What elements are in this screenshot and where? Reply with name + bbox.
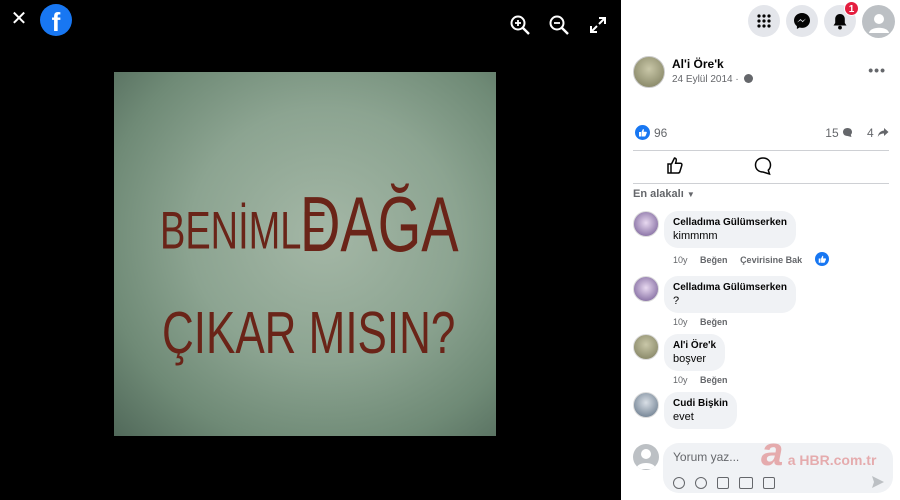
gif-icon[interactable] — [739, 477, 753, 489]
post-date-row: 24 Eylül 2014 · — [672, 74, 753, 85]
post-date[interactable]: 24 Eylül 2014 · — [672, 74, 739, 85]
zoom-in-icon[interactable] — [509, 14, 531, 36]
commenter-name[interactable]: Cudi Bişkin — [673, 397, 728, 410]
messenger-icon[interactable] — [786, 5, 818, 37]
photo-viewer: ✕ f BENİMLE DAĞA ÇIKAR MISIN? — [0, 0, 621, 500]
commenter-name[interactable]: Celladıma Gülümserken — [673, 281, 787, 294]
comment-bubble: Celladıma Gülümserken kimmmm — [664, 211, 796, 248]
like-reaction-icon — [635, 125, 650, 140]
comment-age[interactable]: 10y — [673, 375, 688, 385]
photo-text-cikar-misin: ÇIKAR MISIN? — [162, 301, 455, 367]
avatar-sticker-icon[interactable] — [673, 477, 685, 489]
commenter-avatar[interactable] — [633, 334, 659, 360]
comment-composer: Yorum yaz... — [633, 443, 893, 493]
more-options-icon[interactable]: ••• — [868, 62, 886, 78]
comment-meta: 10y Beğen — [673, 375, 738, 385]
profile-avatar[interactable] — [862, 5, 895, 38]
comment-like-button[interactable]: Beğen — [700, 255, 728, 265]
camera-icon[interactable] — [717, 477, 729, 489]
my-avatar[interactable] — [633, 444, 659, 470]
comment-button-icon[interactable] — [752, 155, 774, 177]
fullscreen-icon[interactable] — [587, 14, 609, 36]
notifications-bell-icon[interactable]: 1 — [824, 1, 859, 37]
comment-input[interactable]: Yorum yaz... — [663, 443, 893, 493]
send-icon[interactable] — [871, 475, 885, 489]
comment-text: kimmmm — [673, 230, 718, 242]
comment-age[interactable]: 10y — [673, 317, 688, 327]
chevron-down-icon: ▼ — [686, 190, 695, 199]
comment-text: boşver — [673, 353, 707, 365]
comment-text: ? — [673, 295, 680, 307]
comment-bubble: Cudi Bişkin evet — [664, 392, 738, 429]
facebook-logo[interactable]: f — [40, 4, 72, 36]
commenter-avatar[interactable] — [633, 276, 659, 302]
comment-bubble: Al'i Öre'k boşver — [664, 334, 726, 371]
comment-bubble-icon — [843, 128, 852, 137]
commenter-name[interactable]: Celladıma Gülümserken — [673, 216, 787, 229]
comment-count[interactable]: 15 — [825, 126, 853, 140]
menu-grid-icon[interactable] — [748, 5, 780, 37]
commenter-avatar[interactable] — [633, 211, 659, 237]
share-arrow-icon — [877, 128, 889, 137]
share-count-value: 4 — [866, 126, 874, 140]
share-count[interactable]: 4 — [867, 126, 889, 140]
sticker-icon[interactable] — [763, 477, 775, 489]
top-bar: 1 — [621, 0, 900, 44]
emoji-icon[interactable] — [695, 477, 707, 489]
commenter-name[interactable]: Al'i Öre'k — [673, 339, 716, 352]
close-icon[interactable]: ✕ — [8, 8, 30, 30]
like-count[interactable]: 96 — [654, 126, 667, 140]
divider-bottom — [633, 183, 889, 184]
divider-top — [633, 150, 889, 151]
translate-link[interactable]: Çevirisine Bak — [740, 255, 802, 265]
comment-sort-label: En alakalı — [633, 188, 684, 200]
like-button-icon[interactable] — [664, 155, 686, 177]
comment-meta: 10y Beğen — [673, 317, 738, 327]
reaction-stats: 96 15 4 — [633, 124, 889, 142]
commenter-avatar[interactable] — [633, 392, 659, 418]
comment-like-button[interactable]: Beğen — [700, 375, 728, 385]
notification-badge: 1 — [844, 1, 859, 16]
zoom-out-icon[interactable] — [548, 14, 570, 36]
globe-icon — [743, 74, 753, 83]
post-photo: BENİMLE DAĞA ÇIKAR MISIN? — [114, 72, 496, 436]
comment-input-placeholder: Yorum yaz... — [673, 450, 740, 464]
author-name[interactable]: Al'i Öre'k — [672, 57, 724, 71]
comment-bubble: Celladıma Gülümserken ? — [664, 276, 796, 313]
author-avatar[interactable] — [633, 56, 665, 88]
comment-sort-dropdown[interactable]: En alakalı ▼ — [633, 188, 695, 200]
comment-text: evet — [673, 411, 694, 423]
comment-age[interactable]: 10y — [673, 255, 688, 265]
comment-like-reaction-icon[interactable] — [815, 252, 829, 266]
post-panel: 1 Al'i Öre'k 24 Eylül 2014 · ••• 96 15 4 — [621, 0, 900, 500]
comment-meta: 10y Beğen Çevirisine Bak — [673, 255, 812, 265]
comment-like-button[interactable]: Beğen — [700, 317, 728, 327]
photo-text-daga: DAĞA — [300, 181, 459, 268]
comment-count-value: 15 — [825, 126, 839, 140]
